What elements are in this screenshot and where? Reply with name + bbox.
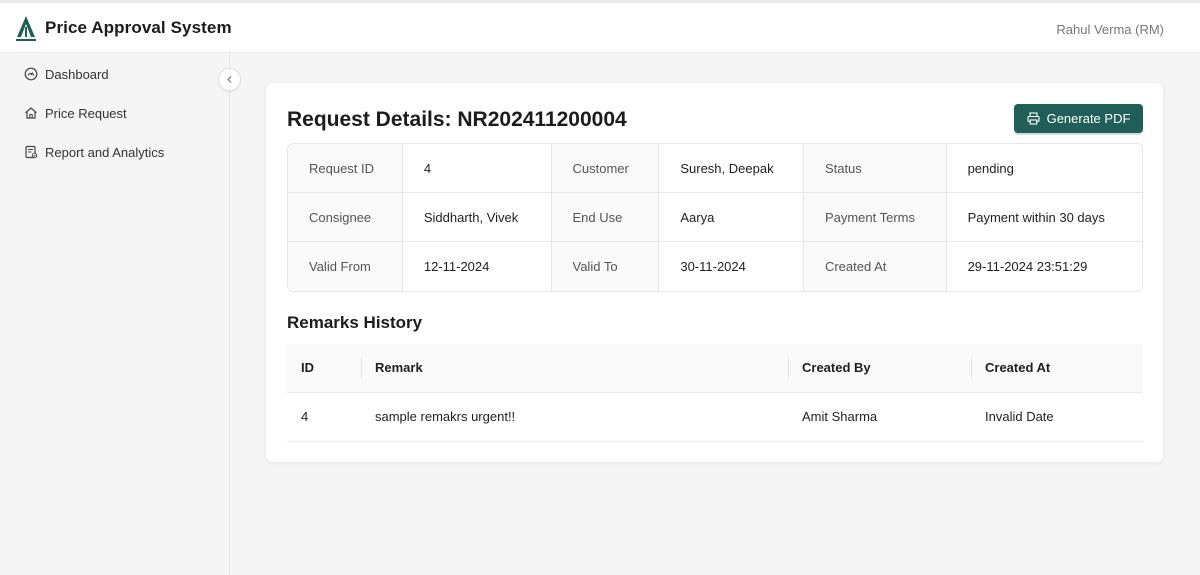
user-menu[interactable]: Rahul Verma (RM) <box>1056 22 1164 37</box>
remark-created-by-cell: Amit Sharma <box>788 392 971 442</box>
report-icon <box>25 145 38 159</box>
sidebar-item-label: Dashboard <box>45 66 109 82</box>
dashboard-gauge-icon <box>24 67 38 81</box>
sidebar-collapse-button[interactable] <box>218 68 241 91</box>
remark-id-cell: 4 <box>287 392 361 442</box>
sidebar-item-label: Price Request <box>45 105 127 121</box>
column-header-created-by[interactable]: Created By <box>788 344 971 393</box>
column-header-remark[interactable]: Remark <box>361 344 788 393</box>
column-header-id[interactable]: ID <box>287 344 361 393</box>
table-row: 4 sample remakrs urgent!! Amit Sharma In… <box>287 392 1143 442</box>
request-details-table: Request ID 4 Customer Suresh, Deepak Sta… <box>287 143 1143 292</box>
sidebar-item-price-request[interactable]: Price Request <box>24 103 127 123</box>
detail-value-valid-from: 12-11-2024 <box>402 242 552 291</box>
detail-label-request-id: Request ID <box>288 144 403 193</box>
detail-label-end-use: End Use <box>551 193 660 242</box>
top-bar: Price Approval System Rahul Verma (RM) <box>0 3 1200 53</box>
detail-label-created-at: Created At <box>803 242 947 291</box>
chevron-left-icon <box>227 76 232 83</box>
detail-label-valid-to: Valid To <box>551 242 660 291</box>
generate-pdf-button[interactable]: Generate PDF <box>1014 104 1143 133</box>
detail-value-payment-terms: Payment within 30 days <box>946 193 1142 242</box>
detail-label-valid-from: Valid From <box>288 242 403 291</box>
detail-value-end-use: Aarya <box>659 193 804 242</box>
remark-created-at-cell: Invalid Date <box>971 392 1143 442</box>
detail-label-status: Status <box>803 144 947 193</box>
sidebar-item-label: Report and Analytics <box>45 144 165 160</box>
detail-value-valid-to: 30-11-2024 <box>659 242 804 291</box>
detail-value-created-at: 29-11-2024 23:51:29 <box>946 242 1142 291</box>
remarks-history-title: Remarks History <box>287 313 423 332</box>
generate-pdf-label: Generate PDF <box>1046 111 1131 126</box>
remarks-header-row: ID Remark Created By Created At <box>287 344 1143 393</box>
sidebar: Dashboard Price Request Report and Analy… <box>0 53 230 575</box>
home-icon <box>25 107 37 119</box>
sidebar-item-report-analytics[interactable]: Report and Analytics <box>24 142 164 162</box>
detail-label-customer: Customer <box>551 144 660 193</box>
company-logo-icon[interactable] <box>14 15 38 43</box>
detail-value-consignee: Siddharth, Vivek <box>402 193 552 242</box>
details-row: Valid From 12-11-2024 Valid To 30-11-202… <box>288 242 1142 291</box>
sidebar-item-dashboard[interactable]: Dashboard <box>24 64 109 84</box>
remark-text-cell: sample remakrs urgent!! <box>361 392 788 442</box>
detail-value-status: pending <box>946 144 1142 193</box>
remarks-history-table: ID Remark Created By Created At 4 sample… <box>287 344 1143 442</box>
details-row: Consignee Siddharth, Vivek End Use Aarya… <box>288 193 1142 242</box>
detail-label-consignee: Consignee <box>288 193 403 242</box>
column-header-created-at[interactable]: Created At <box>971 344 1143 393</box>
detail-value-request-id: 4 <box>402 144 552 193</box>
details-row: Request ID 4 Customer Suresh, Deepak Sta… <box>288 144 1142 193</box>
detail-value-customer: Suresh, Deepak <box>659 144 804 193</box>
app-title: Price Approval System <box>45 18 232 37</box>
detail-label-payment-terms: Payment Terms <box>803 193 947 242</box>
printer-icon <box>1027 112 1040 125</box>
request-details-card: Request Details: NR202411200004 Generate… <box>265 82 1164 463</box>
page-title: Request Details: NR202411200004 <box>287 108 627 131</box>
